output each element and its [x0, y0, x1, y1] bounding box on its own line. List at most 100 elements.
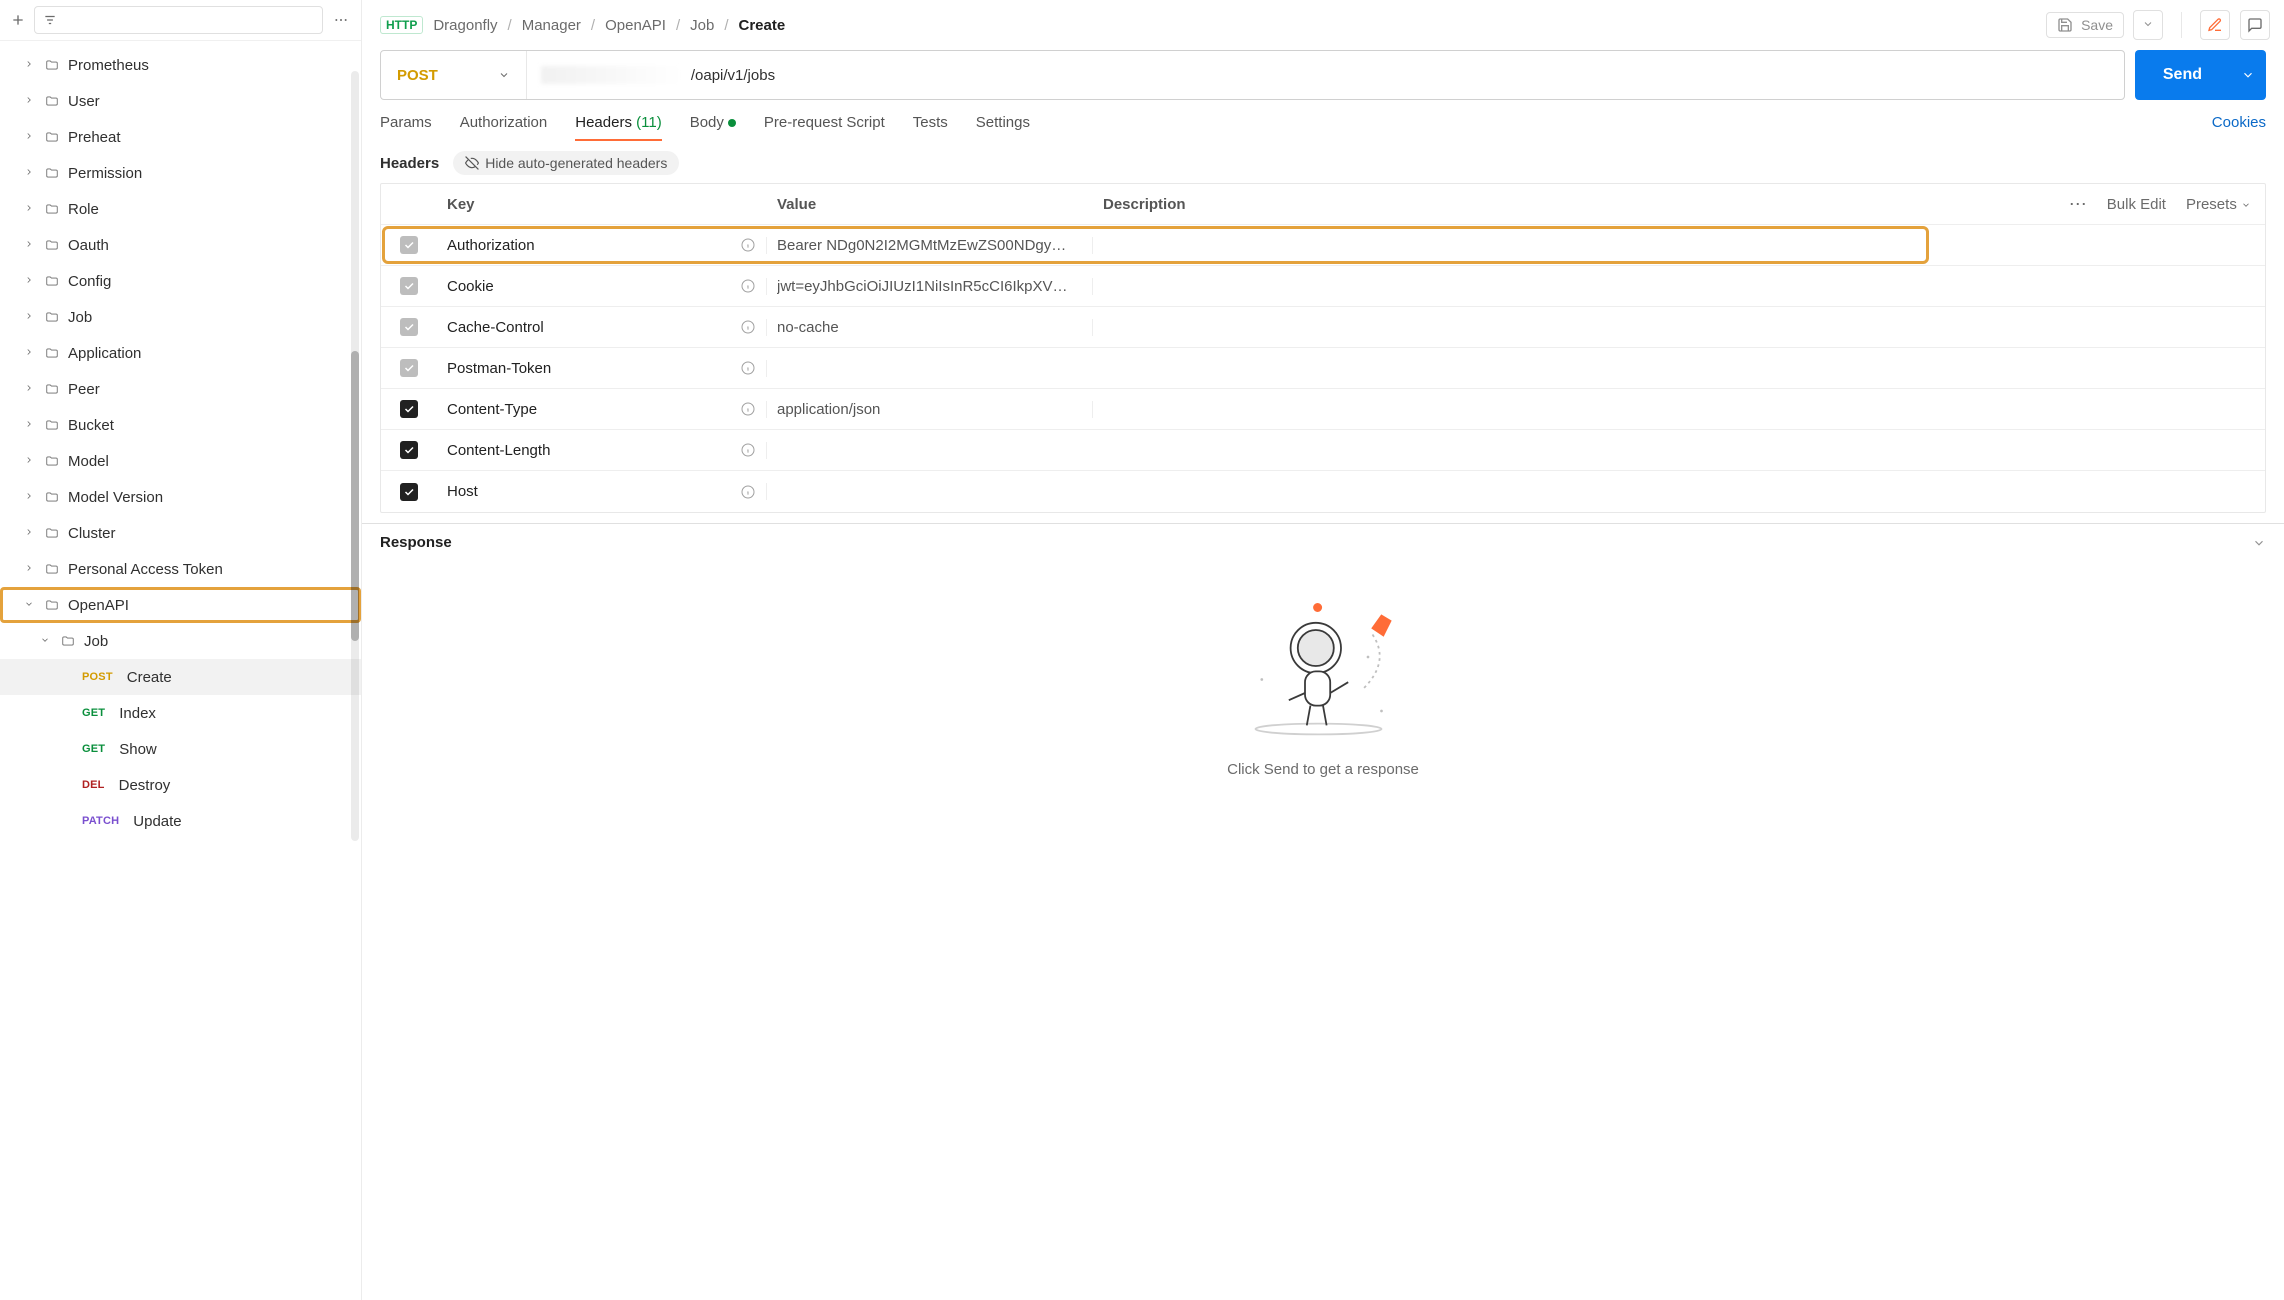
header-key: Authorization — [447, 237, 535, 254]
chevron-right-icon — [24, 382, 36, 396]
header-value: Bearer NDg0N2I2MGMtMzEwZS00NDgy… — [777, 237, 1066, 254]
tree-folder[interactable]: Permission — [0, 155, 361, 191]
presets-link[interactable]: Presets — [2186, 196, 2251, 213]
cookies-link[interactable]: Cookies — [2212, 114, 2266, 141]
url-path: /oapi/v1/jobs — [691, 67, 775, 84]
filter-input[interactable] — [34, 6, 323, 34]
breadcrumb-item[interactable]: Job — [690, 17, 714, 34]
table-row[interactable]: Cookiejwt=eyJhbGciOiJIUzI1NiIsInR5cCI6Ik… — [381, 266, 2265, 307]
tree-request[interactable]: GETIndex — [0, 695, 361, 731]
row-checkbox[interactable] — [400, 441, 418, 459]
row-checkbox[interactable] — [400, 400, 418, 418]
table-row[interactable]: Postman-Token — [381, 348, 2265, 389]
breadcrumb-item[interactable]: OpenAPI — [605, 17, 666, 34]
chevron-down-icon[interactable] — [2252, 536, 2266, 550]
tree-folder[interactable]: Model Version — [0, 479, 361, 515]
chevron-right-icon — [24, 310, 36, 324]
table-row[interactable]: Content-Type application/json — [381, 389, 2265, 430]
add-button[interactable] — [8, 10, 28, 30]
response-title: Response — [380, 534, 452, 551]
tree-request[interactable]: PATCHUpdate — [0, 803, 361, 839]
tree-folder[interactable]: OpenAPI — [0, 587, 361, 623]
filter-icon — [43, 13, 57, 27]
scrollbar-thumb[interactable] — [351, 351, 359, 641]
tree-label: Job — [68, 309, 92, 326]
column-value: Value — [767, 196, 1093, 213]
tree-label: Peer — [68, 381, 100, 398]
tree-request[interactable]: DELDestroy — [0, 767, 361, 803]
header-key: Cache-Control — [447, 319, 544, 336]
breadcrumb-item: Create — [739, 17, 786, 34]
tree-folder[interactable]: Role — [0, 191, 361, 227]
hide-autogenerated-button[interactable]: Hide auto-generated headers — [453, 151, 679, 175]
chevron-right-icon — [24, 166, 36, 180]
tree-label: Job — [84, 633, 108, 650]
tree-label: Update — [133, 813, 181, 830]
table-row[interactable]: Cache-Controlno-cache — [381, 307, 2265, 348]
header-key: Content-Length — [447, 442, 550, 459]
row-checkbox[interactable] — [400, 236, 418, 254]
tree-folder[interactable]: User — [0, 83, 361, 119]
tree-folder[interactable]: Personal Access Token — [0, 551, 361, 587]
tree-folder[interactable]: Application — [0, 335, 361, 371]
collection-tree[interactable]: PrometheusUserPreheatPermissionRoleOauth… — [0, 41, 361, 1300]
tab-params[interactable]: Params — [380, 114, 432, 141]
tree-request[interactable]: POSTCreate — [0, 659, 361, 695]
send-label: Send — [2135, 66, 2230, 84]
tab-headers[interactable]: Headers (11) — [575, 114, 661, 141]
chevron-right-icon — [24, 346, 36, 360]
bulk-edit-link[interactable]: Bulk Edit — [2107, 196, 2166, 213]
save-dropdown[interactable] — [2133, 10, 2163, 40]
tab-prerequest[interactable]: Pre-request Script — [764, 114, 885, 141]
tree-folder[interactable]: Preheat — [0, 119, 361, 155]
tree-folder[interactable]: Cluster — [0, 515, 361, 551]
row-checkbox[interactable] — [400, 318, 418, 336]
edit-button[interactable] — [2200, 10, 2230, 40]
row-checkbox[interactable] — [400, 359, 418, 377]
url-input[interactable]: /oapi/v1/jobs — [527, 66, 2124, 84]
url-bar: POST /oapi/v1/jobs — [380, 50, 2125, 100]
method-select[interactable]: POST — [381, 51, 527, 99]
scrollbar-track[interactable] — [351, 71, 359, 841]
tab-body[interactable]: Body — [690, 114, 736, 141]
table-row[interactable]: Content-Length — [381, 430, 2265, 471]
tree-label: OpenAPI — [68, 597, 129, 614]
more-icon[interactable]: ⋯ — [2069, 194, 2087, 215]
save-button[interactable]: Save — [2046, 12, 2124, 38]
row-checkbox[interactable] — [400, 277, 418, 295]
tree-folder[interactable]: Prometheus — [0, 47, 361, 83]
method-label: POST — [397, 67, 438, 84]
tree-folder[interactable]: Job — [0, 299, 361, 335]
chevron-right-icon — [24, 238, 36, 252]
tree-label: Cluster — [68, 525, 116, 542]
table-row[interactable]: Host — [381, 471, 2265, 512]
pencil-icon — [2207, 17, 2223, 33]
method-badge: GET — [82, 743, 105, 755]
chevron-down-icon — [2142, 18, 2154, 30]
tree-folder[interactable]: Model — [0, 443, 361, 479]
tree-folder[interactable]: Peer — [0, 371, 361, 407]
tree-folder[interactable]: Job — [0, 623, 361, 659]
tree-label: Show — [119, 741, 157, 758]
tab-tests[interactable]: Tests — [913, 114, 948, 141]
tree-folder[interactable]: Bucket — [0, 407, 361, 443]
comment-button[interactable] — [2240, 10, 2270, 40]
send-dropdown[interactable] — [2230, 50, 2266, 100]
send-button[interactable]: Send — [2135, 50, 2266, 100]
tab-settings[interactable]: Settings — [976, 114, 1030, 141]
row-checkbox[interactable] — [400, 483, 418, 501]
tree-request[interactable]: GET Show — [0, 731, 361, 767]
tree-folder[interactable]: Oauth — [0, 227, 361, 263]
tree-folder[interactable]: Config — [0, 263, 361, 299]
chevron-right-icon — [24, 274, 36, 288]
breadcrumb-item[interactable]: Manager — [522, 17, 581, 34]
table-row[interactable]: Authorization Bearer NDg0N2I2MGMtMzEwZS00… — [381, 225, 2265, 266]
header-key: Postman-Token — [447, 360, 551, 377]
header-value: application/json — [777, 401, 880, 418]
tab-authorization[interactable]: Authorization — [460, 114, 548, 141]
breadcrumb-item[interactable]: Dragonfly — [433, 17, 497, 34]
header-value: jwt=eyJhbGciOiJIUzI1NiIsInR5cCI6IkpXV… — [777, 278, 1068, 295]
more-options-button[interactable] — [329, 8, 353, 32]
method-badge: GET — [82, 707, 105, 719]
header-key: Content-Type — [447, 401, 537, 418]
